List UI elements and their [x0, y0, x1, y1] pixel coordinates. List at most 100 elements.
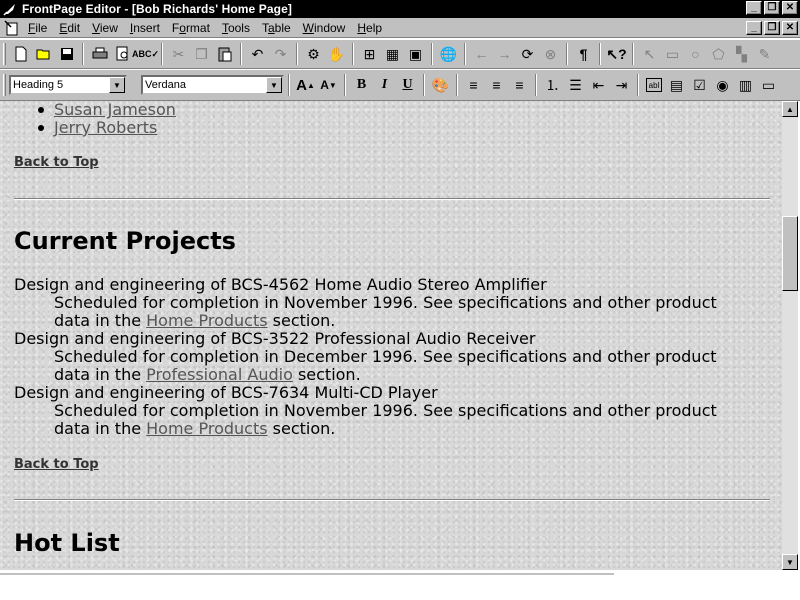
numbered-list-icon[interactable]: ⒈ [541, 74, 564, 96]
decrease-indent-icon[interactable]: ⇤ [587, 74, 610, 96]
show-formatting-marks-icon[interactable]: ¶ [572, 43, 595, 65]
menu-edit[interactable]: Edit [53, 19, 86, 37]
format-toolbar-grip[interactable] [3, 74, 6, 96]
checkbox-icon[interactable]: ☑ [688, 74, 711, 96]
project-description: Scheduled for completion in November 199… [54, 402, 754, 438]
font-value: Verdana [145, 79, 186, 91]
menu-insert[interactable]: Insert [124, 19, 166, 37]
minimize-button[interactable]: _ [746, 1, 762, 15]
horizontal-rule [14, 198, 770, 200]
menu-view[interactable]: View [86, 19, 124, 37]
back-to-top-link[interactable]: Back to Top [14, 457, 99, 472]
save-icon[interactable] [55, 43, 78, 65]
undo-icon[interactable]: ↶ [246, 43, 269, 65]
bulleted-list-icon[interactable]: ☰ [564, 74, 587, 96]
forward-arrow-icon[interactable]: → [493, 43, 516, 65]
toolbar-grip[interactable] [3, 43, 6, 65]
project-description-line: Scheduled for completion in November 199… [54, 293, 717, 312]
push-button-icon[interactable]: ▭ [757, 74, 780, 96]
decrease-font-size-icon[interactable]: A ▼ [317, 74, 340, 96]
home-products-link[interactable]: Home Products [146, 311, 267, 330]
doc-minimize-button[interactable]: _ [746, 21, 762, 35]
open-folder-icon[interactable] [32, 43, 55, 65]
doc-close-button[interactable]: ✕ [782, 21, 798, 35]
help-pointer-icon[interactable]: ↖? [605, 43, 628, 65]
window-title: FrontPage Editor - [Bob Richards' Home P… [22, 2, 292, 16]
spelling-icon[interactable]: ABC✓ [132, 43, 159, 65]
insert-form-field-icon[interactable]: ✋ [325, 43, 348, 65]
paste-icon[interactable] [213, 43, 236, 65]
professional-audio-link[interactable]: Professional Audio [146, 365, 293, 384]
close-button[interactable]: ✕ [782, 1, 798, 15]
menu-window[interactable]: Window [297, 19, 352, 37]
project-title: Design and engineering of BCS-3522 Profe… [14, 329, 536, 348]
new-page-icon[interactable] [9, 43, 32, 65]
copy-icon[interactable]: ❐ [190, 43, 213, 65]
project-description: Scheduled for completion in November 199… [54, 294, 754, 330]
menu-table[interactable]: Table [256, 19, 297, 37]
drop-down-menu-icon[interactable]: ▥ [734, 74, 757, 96]
print-icon[interactable] [88, 43, 111, 65]
scroll-down-button[interactable]: ▼ [782, 554, 798, 570]
text-color-icon[interactable]: 🎨 [429, 74, 452, 96]
menu-format[interactable]: Format [166, 19, 216, 37]
section-heading-current-projects: Current Projects [14, 227, 236, 255]
project-description-line: data in the Professional Audio section. [54, 365, 361, 384]
underline-icon[interactable]: U [396, 74, 419, 96]
frontpage-app-icon[interactable] [2, 1, 18, 17]
horizontal-scrollbar-edge [0, 573, 614, 575]
increase-font-size-icon[interactable]: A ▲ [294, 74, 317, 96]
refresh-icon[interactable]: ⟳ [516, 43, 539, 65]
vertical-scrollbar[interactable]: ▲ ▼ [782, 101, 798, 570]
font-select[interactable]: Verdana ▼ [141, 75, 284, 95]
webbot-component-icon[interactable]: ⚙ [302, 43, 325, 65]
title-bar: FrontPage Editor - [Bob Richards' Home P… [0, 0, 800, 18]
chevron-down-icon[interactable]: ▼ [109, 77, 125, 93]
scroll-thumb[interactable] [782, 216, 798, 291]
menu-help[interactable]: Help [351, 19, 388, 37]
align-center-icon[interactable]: ≡ [485, 74, 508, 96]
rectangle-hotspot-icon[interactable]: ▭ [661, 43, 684, 65]
scroll-up-button[interactable]: ▲ [782, 101, 798, 117]
highlight-hotspots-icon[interactable]: ▚ [730, 43, 753, 65]
document-icon[interactable] [2, 19, 22, 37]
scrolling-text-box-icon[interactable]: ▤ [665, 74, 688, 96]
redo-icon[interactable]: ↷ [269, 43, 292, 65]
chevron-down-icon[interactable]: ▼ [266, 77, 282, 93]
doc-restore-button[interactable]: ❐ [764, 21, 780, 35]
contact-link[interactable]: Susan Jameson [54, 101, 176, 119]
hyperlink-icon[interactable]: 🌐 [437, 43, 460, 65]
editor-content-area[interactable]: Susan Jameson Jerry Roberts Back to Top … [0, 101, 782, 570]
polygon-hotspot-icon[interactable]: ⬠ [707, 43, 730, 65]
align-right-icon[interactable]: ≡ [508, 74, 531, 96]
make-transparent-icon[interactable]: ✎ [753, 43, 776, 65]
one-line-text-box-icon[interactable]: abl [646, 78, 662, 92]
italic-icon[interactable]: I [373, 74, 396, 96]
contact-list: Susan Jameson Jerry Roberts [38, 101, 176, 137]
back-arrow-icon[interactable]: ← [470, 43, 493, 65]
menu-tools[interactable]: Tools [216, 19, 256, 37]
insert-image-icon[interactable]: ▣ [404, 43, 427, 65]
bold-icon[interactable]: B [350, 74, 373, 96]
list-item: Jerry Roberts [38, 119, 176, 137]
back-to-top-link[interactable]: Back to Top [14, 155, 99, 170]
print-preview-icon[interactable] [111, 43, 134, 65]
cut-icon[interactable]: ✂ [167, 43, 190, 65]
increase-indent-icon[interactable]: ⇥ [610, 74, 633, 96]
insert-table-icon[interactable]: ⊞ [358, 43, 381, 65]
home-products-link[interactable]: Home Products [146, 419, 267, 438]
paragraph-style-select[interactable]: Heading 5 ▼ [9, 75, 127, 95]
paragraph-style-value: Heading 5 [13, 79, 64, 91]
circle-hotspot-icon[interactable]: ○ [684, 43, 707, 65]
contact-link[interactable]: Jerry Roberts [54, 118, 157, 137]
align-left-icon[interactable]: ≡ [462, 74, 485, 96]
horizontal-rule [14, 499, 770, 501]
menu-bar: File Edit View Insert Format Tools Table… [0, 18, 800, 38]
project-description-line: Scheduled for completion in December 199… [54, 347, 717, 366]
table-grid-icon[interactable]: ▦ [381, 43, 404, 65]
select-pointer-icon[interactable]: ↖ [638, 43, 661, 65]
menu-file[interactable]: File [22, 19, 53, 37]
radio-button-icon[interactable]: ◉ [711, 74, 734, 96]
restore-button[interactable]: ❐ [764, 1, 780, 15]
stop-icon[interactable]: ⊗ [539, 43, 562, 65]
